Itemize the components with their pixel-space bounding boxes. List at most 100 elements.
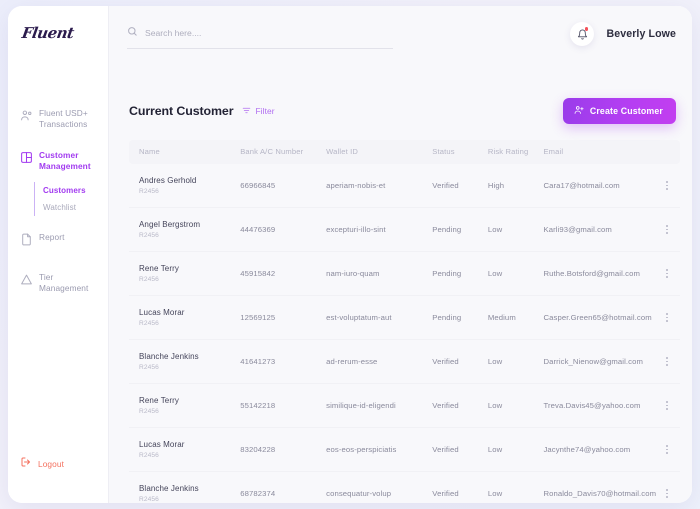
customer-name: Blanche Jenkins — [139, 352, 199, 361]
cell-name: Blanche Jenkins R2456 — [129, 471, 241, 503]
cell-wallet-id: nam-iuro-quam — [326, 251, 433, 296]
customer-id: R2456 — [139, 496, 159, 503]
customer-id: R2456 — [139, 320, 159, 327]
cell-email: Jacynthe74@yahoo.com — [543, 427, 655, 472]
row-menu-button[interactable] — [655, 489, 680, 498]
row-menu-button[interactable] — [655, 401, 680, 410]
cell-email: Casper.Green65@hotmail.com — [543, 295, 655, 340]
sidebar-item-customer-management[interactable]: Customer Management — [8, 144, 108, 177]
table-row[interactable]: Rene Terry R2456 45915842 nam-iuro-quam Pend… — [129, 251, 680, 296]
row-menu-button[interactable] — [655, 445, 680, 454]
cell-bank-account: 55142218 — [240, 383, 327, 428]
create-customer-label: Create Customer — [589, 106, 663, 116]
table-header-row: Name Bank A/C Number Wallet ID Status Ri… — [129, 140, 680, 164]
cell-status: Pending — [432, 207, 488, 252]
cell-status: Verified — [432, 427, 488, 472]
cell-email: Treva.Davis45@yahoo.com — [543, 383, 655, 428]
cell-risk-rating: Low — [487, 427, 544, 472]
table-row[interactable]: Angel Bergstrom R2456 44476369 excepturi-il… — [129, 207, 680, 252]
column-header-name[interactable]: Name — [129, 140, 241, 164]
table-row[interactable]: Lucas Morar R2456 12569125 est-voluptatum-a… — [129, 295, 680, 340]
row-menu-button[interactable] — [655, 181, 680, 190]
table-row[interactable]: Lucas Morar R2456 83204228 eos-eos-perspici… — [129, 427, 680, 472]
top-bar: Beverly Lowe — [109, 6, 692, 62]
table-body: Andres Gerhold R2456 66966845 aperiam-nobis… — [129, 164, 680, 503]
section-header: Current Customer Filter Create Customer — [109, 62, 692, 124]
cell-risk-rating: Low — [487, 471, 544, 503]
search-input[interactable] — [145, 27, 393, 38]
cell-bank-account: 68782374 — [240, 471, 327, 503]
customer-id: R2456 — [139, 408, 159, 415]
cell-status: Pending — [432, 295, 488, 340]
row-menu-button[interactable] — [655, 313, 680, 322]
cell-actions — [654, 251, 680, 296]
logout-button[interactable]: Logout — [20, 455, 64, 473]
search-icon — [127, 24, 138, 42]
column-header-wallet[interactable]: Wallet ID — [326, 140, 433, 164]
logout-icon — [20, 455, 32, 473]
cell-risk-rating: Low — [487, 339, 544, 384]
user-plus-icon — [574, 105, 584, 117]
column-header-email[interactable]: Email — [543, 140, 655, 164]
sidebar-item-label: Fluent USD+ Transactions — [39, 108, 88, 129]
cell-wallet-id: ad-rerum-esse — [326, 339, 433, 384]
sidebar-subitem-customers[interactable]: Customers — [43, 182, 108, 199]
cell-risk-rating: Low — [487, 207, 544, 252]
table-row[interactable]: Blanche Jenkins R2456 41641273 ad-rerum-ess… — [129, 339, 680, 384]
customer-id: R2456 — [139, 364, 159, 371]
cell-actions — [654, 207, 680, 252]
logout-label: Logout — [38, 459, 64, 469]
cell-bank-account: 83204228 — [240, 427, 327, 472]
cell-risk-rating: Medium — [487, 295, 544, 340]
sidebar-subitem-watchlist[interactable]: Watchlist — [43, 199, 108, 216]
cell-email: Cara17@hotmail.com — [543, 164, 655, 208]
row-menu-button[interactable] — [655, 225, 680, 234]
sidebar-item-label: Customer Management — [39, 150, 91, 171]
cell-status: Verified — [432, 383, 488, 428]
customer-name: Angel Bergstrom — [139, 220, 201, 229]
row-menu-button[interactable] — [655, 269, 680, 278]
cell-bank-account: 44476369 — [240, 207, 327, 252]
cell-wallet-id: est-voluptatum-aut — [326, 295, 433, 340]
cell-actions — [654, 339, 680, 384]
sidebar-item-report[interactable]: Report — [8, 226, 108, 257]
cell-wallet-id: eos-eos-perspiciatis — [326, 427, 433, 472]
column-header-bank[interactable]: Bank A/C Number — [240, 140, 327, 164]
page-title: Current Customer — [129, 104, 234, 118]
customer-table: Name Bank A/C Number Wallet ID Status Ri… — [129, 140, 680, 503]
customer-id: R2456 — [139, 452, 159, 459]
cell-wallet-id: consequatur-volup — [326, 471, 433, 503]
cell-status: Verified — [432, 164, 488, 208]
notification-button[interactable] — [570, 22, 595, 46]
cell-name: Angel Bergstrom R2456 — [129, 207, 241, 252]
filter-label: Filter — [255, 106, 275, 116]
table-row[interactable]: Andres Gerhold R2456 66966845 aperiam-nobis… — [129, 164, 680, 208]
filter-icon — [242, 102, 251, 120]
cell-wallet-id: similique-id-eligendi — [326, 383, 433, 428]
cell-risk-rating: Low — [487, 251, 544, 296]
sidebar-subnav: Customers Watchlist — [34, 182, 108, 216]
column-header-risk[interactable]: Risk Rating — [487, 140, 544, 164]
customer-id: R2456 — [139, 188, 159, 195]
filter-button[interactable]: Filter — [242, 102, 275, 120]
column-header-status[interactable]: Status — [432, 140, 488, 164]
customer-name: Rene Terry — [139, 396, 179, 405]
app-card: Fluent Fluent USD+ Transactions Customer… — [8, 6, 692, 503]
customer-name: Andres Gerhold — [139, 176, 197, 185]
create-customer-button[interactable]: Create Customer — [562, 98, 676, 124]
cell-email: Ruthe.Botsford@gmail.com — [543, 251, 655, 296]
customer-name: Blanche Jenkins — [139, 484, 199, 493]
customer-id: R2456 — [139, 276, 159, 283]
sidebar-item-label: Report — [39, 232, 65, 242]
sidebar-item-transactions[interactable]: Fluent USD+ Transactions — [8, 102, 108, 135]
table-row[interactable]: Blanche Jenkins R2456 68782374 consequatur-… — [129, 471, 680, 503]
cell-actions — [654, 383, 680, 428]
row-menu-button[interactable] — [655, 357, 680, 366]
brand-logo: Fluent — [20, 24, 76, 42]
cell-actions — [654, 471, 680, 503]
sidebar-item-tier-management[interactable]: Tier Management — [8, 266, 108, 299]
cell-status: Verified — [432, 471, 488, 503]
customer-name: Lucas Morar — [139, 308, 185, 317]
table-row[interactable]: Rene Terry R2456 55142218 similique-id-elig… — [129, 383, 680, 428]
search-bar[interactable] — [127, 24, 393, 49]
